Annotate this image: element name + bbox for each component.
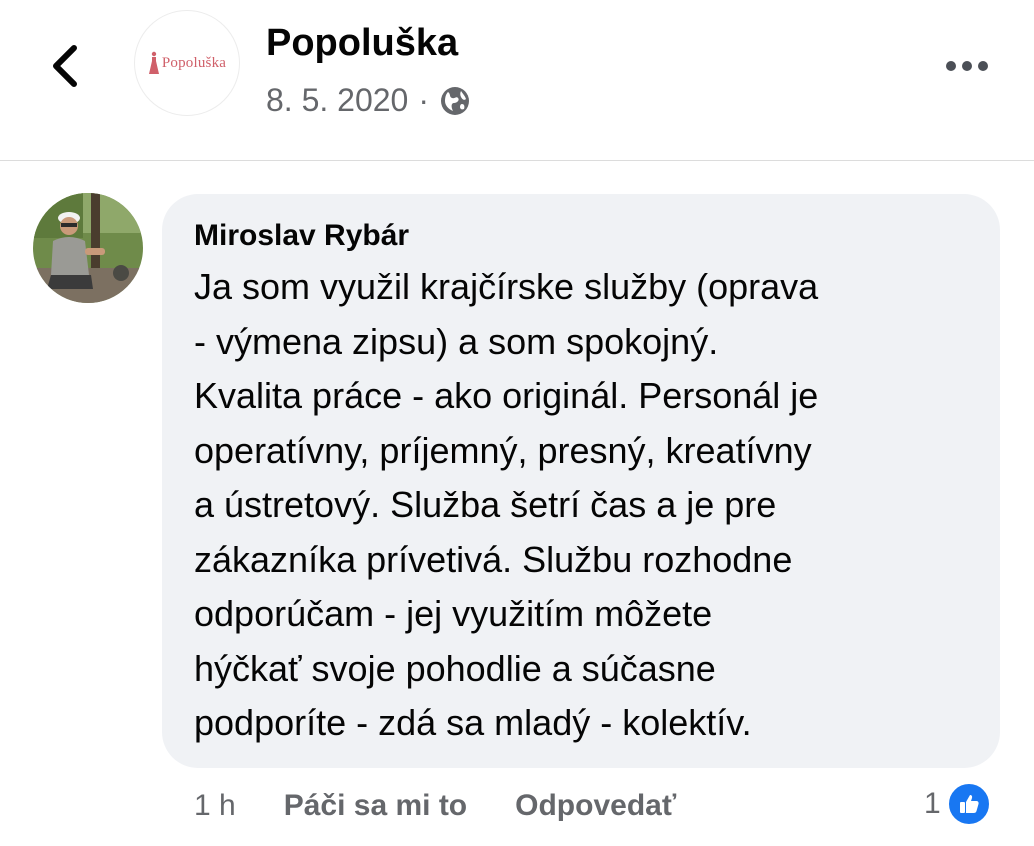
globe-icon [441, 86, 469, 115]
comment-time[interactable]: 1 h [194, 789, 236, 823]
reaction-summary[interactable]: 1 [924, 780, 991, 828]
back-button[interactable] [40, 38, 90, 94]
like-button[interactable]: Páči sa mi to [284, 789, 467, 823]
page-name[interactable]: Popoluška [266, 22, 458, 65]
avatar-photo [33, 193, 143, 303]
post-meta: 8. 5. 2020 · [266, 82, 471, 119]
thumbs-up-icon [959, 795, 979, 813]
like-reaction-badge [946, 782, 991, 826]
reaction-count: 1 [924, 787, 941, 820]
chevron-left-icon [53, 45, 77, 87]
page-avatar[interactable]: Popoluška [134, 10, 240, 116]
commenter-avatar[interactable] [33, 193, 143, 303]
meta-separator: · [418, 82, 429, 118]
comment-text: Ja som využil krajčírske služby (oprava … [194, 266, 819, 743]
more-options-button[interactable] [936, 46, 998, 86]
comment-actions: 1 h Páči sa mi to Odpovedať [194, 784, 676, 828]
more-dot [978, 61, 988, 71]
dress-icon [148, 51, 159, 74]
comment-screen: Popoluška Popoluška 8. 5. 2020 · Mirosla… [0, 0, 1034, 846]
more-dot [946, 61, 956, 71]
comment-author[interactable]: Miroslav Rybár [194, 216, 409, 256]
post-date[interactable]: 8. 5. 2020 [266, 82, 408, 119]
logo-text: Popoluška [161, 54, 227, 71]
comment-bubble: Miroslav Rybár Ja som využil krajčírske … [162, 194, 1000, 768]
more-dot [962, 61, 972, 71]
reply-button[interactable]: Odpovedať [515, 789, 676, 823]
popoluska-logo: Popoluška [148, 51, 226, 75]
post-header: Popoluška Popoluška 8. 5. 2020 · [0, 0, 1034, 161]
